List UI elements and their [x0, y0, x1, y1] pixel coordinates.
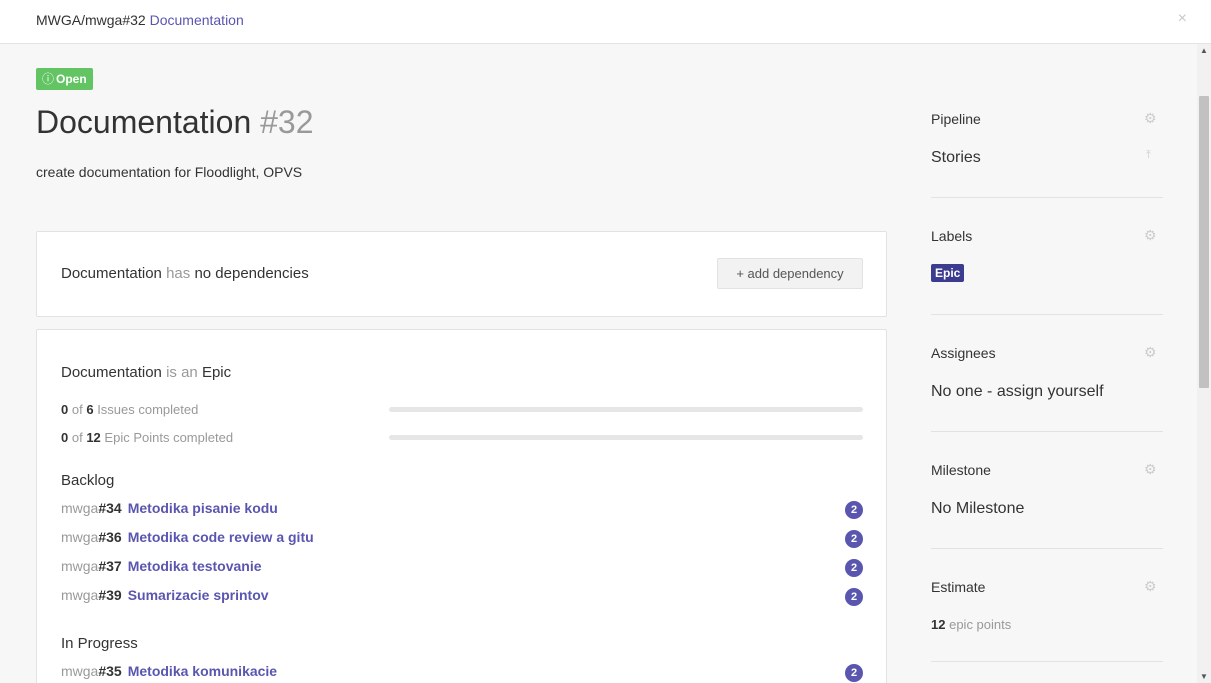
add-dependency-button[interactable]: + add dependency: [717, 258, 863, 289]
item-ref: #37: [98, 558, 122, 574]
status-badge: ⓘ Open: [36, 68, 93, 90]
dependencies-card: Documentation has no dependencies + add …: [36, 231, 887, 317]
item-repo: mwga: [61, 500, 99, 516]
assign-yourself-link[interactable]: No one - assign yourself: [931, 383, 1104, 401]
item-ref: #34: [98, 500, 122, 516]
epic-heading: Documentation is an Epic: [61, 364, 231, 381]
issue-description: create documentation for Floodlight, OPV…: [36, 164, 303, 180]
page-title: Documentation #32: [36, 104, 314, 141]
item-repo: mwga: [61, 529, 99, 545]
label-epic-chip: Epic: [931, 264, 965, 282]
breadcrumb: MWGA/mwga#32 Documentation: [36, 12, 244, 28]
scroll-down-icon[interactable]: ▼: [1200, 672, 1208, 681]
estimate-badge: 2: [845, 501, 863, 519]
dependency-has: has: [166, 265, 191, 282]
gear-icon[interactable]: ⚙: [1144, 227, 1157, 244]
item-repo: mwga: [61, 558, 99, 574]
issues-progress-text: 0 of 6 Issues completed: [61, 402, 198, 417]
divider: [931, 548, 1163, 549]
scrollbar-thumb[interactable]: [1199, 96, 1209, 388]
points-progress-bar: [389, 435, 863, 440]
milestone-value: No Milestone: [931, 500, 1025, 517]
item-ref: #39: [98, 587, 122, 603]
item-repo: mwga: [61, 663, 99, 679]
item-ref: #36: [98, 529, 122, 545]
gear-icon[interactable]: ⚙: [1144, 461, 1157, 478]
labels-label: Labels: [931, 228, 973, 244]
group-title-in-progress: In Progress: [61, 635, 138, 652]
issues-of: of: [71, 402, 83, 417]
list-item: mwga#36 Metodika code review a gitu 2: [61, 529, 863, 549]
item-ref: #35: [98, 663, 122, 679]
gear-icon[interactable]: ⚙: [1144, 344, 1157, 361]
epic-card: Documentation is an Epic 0 of 6 Issues c…: [36, 329, 887, 683]
issue-sidebar: Pipeline ⚙ Stories ⤒ Labels ⚙ Epic Assig…: [931, 44, 1163, 683]
item-title-link[interactable]: Metodika pisanie kodu: [128, 500, 278, 516]
scroll-up-icon[interactable]: ▲: [1200, 46, 1208, 55]
estimate-badge: 2: [845, 559, 863, 577]
group-title-backlog: Backlog: [61, 472, 115, 489]
issue-title-link[interactable]: Documentation: [150, 12, 244, 28]
list-item: mwga#34 Metodika pisanie kodu 2: [61, 500, 863, 520]
estimate-badge: 2: [845, 588, 863, 606]
item-title-link[interactable]: Sumarizacie sprintov: [128, 587, 269, 603]
issue-detail-panel: ⓘ Open Documentation #32 create documenta…: [0, 44, 1197, 683]
milestone-label: Milestone: [931, 462, 991, 478]
divider: [931, 314, 1163, 315]
list-item: mwga#35 Metodika komunikacie 2: [61, 663, 863, 683]
repo-ref: MWGA/mwga#32: [36, 12, 146, 28]
estimate-value: 12 epic points: [931, 617, 1011, 632]
item-title-link[interactable]: Metodika code review a gitu: [128, 529, 314, 545]
dependency-state: no dependencies: [194, 265, 309, 282]
epic-type: Epic: [201, 364, 232, 381]
item-repo: mwga: [61, 587, 99, 603]
gear-icon[interactable]: ⚙: [1144, 578, 1157, 595]
points-progress-text: 0 of 12 Epic Points completed: [61, 430, 233, 445]
epic-subject: Documentation: [61, 364, 162, 381]
estimate-badge: 2: [845, 530, 863, 548]
issue-number: #32: [260, 104, 314, 140]
assignees-label: Assignees: [931, 345, 996, 361]
pipeline-label: Pipeline: [931, 111, 981, 127]
status-label: Open: [56, 72, 87, 86]
modal-header: MWGA/mwga#32 Documentation ×: [0, 0, 1211, 44]
points-total: 12: [86, 430, 101, 445]
issues-total: 6: [86, 402, 94, 417]
estimate-badge: 2: [845, 664, 863, 682]
move-to-top-icon[interactable]: ⤒: [1146, 149, 1151, 162]
item-title-link[interactable]: Metodika testovanie: [128, 558, 262, 574]
issues-done: 0: [61, 402, 69, 417]
dependencies-summary: Documentation has no dependencies: [61, 265, 309, 282]
pipeline-value[interactable]: Stories: [931, 149, 981, 167]
divider: [931, 661, 1163, 662]
points-done: 0: [61, 430, 69, 445]
issues-progress-bar: [389, 407, 863, 412]
item-title-link[interactable]: Metodika komunikacie: [128, 663, 277, 679]
gear-icon[interactable]: ⚙: [1144, 110, 1157, 127]
epic-is-an: is an: [166, 364, 198, 381]
estimate-amount: 12: [931, 617, 946, 632]
list-item: mwga#39 Sumarizacie sprintov 2: [61, 587, 863, 607]
estimate-label: Estimate: [931, 579, 986, 595]
estimate-unit: epic points: [949, 617, 1012, 632]
issues-label: Issues completed: [97, 402, 199, 417]
points-label: Epic Points completed: [104, 430, 234, 445]
close-icon[interactable]: ×: [1178, 10, 1187, 28]
info-circle-icon: ⓘ: [42, 72, 55, 86]
points-of: of: [71, 430, 83, 445]
dependency-subject: Documentation: [61, 265, 162, 282]
vertical-scrollbar[interactable]: ▲ ▼: [1197, 44, 1211, 683]
issue-title-text: Documentation: [36, 104, 252, 140]
list-item: mwga#37 Metodika testovanie 2: [61, 558, 863, 578]
divider: [931, 197, 1163, 198]
divider: [931, 431, 1163, 432]
